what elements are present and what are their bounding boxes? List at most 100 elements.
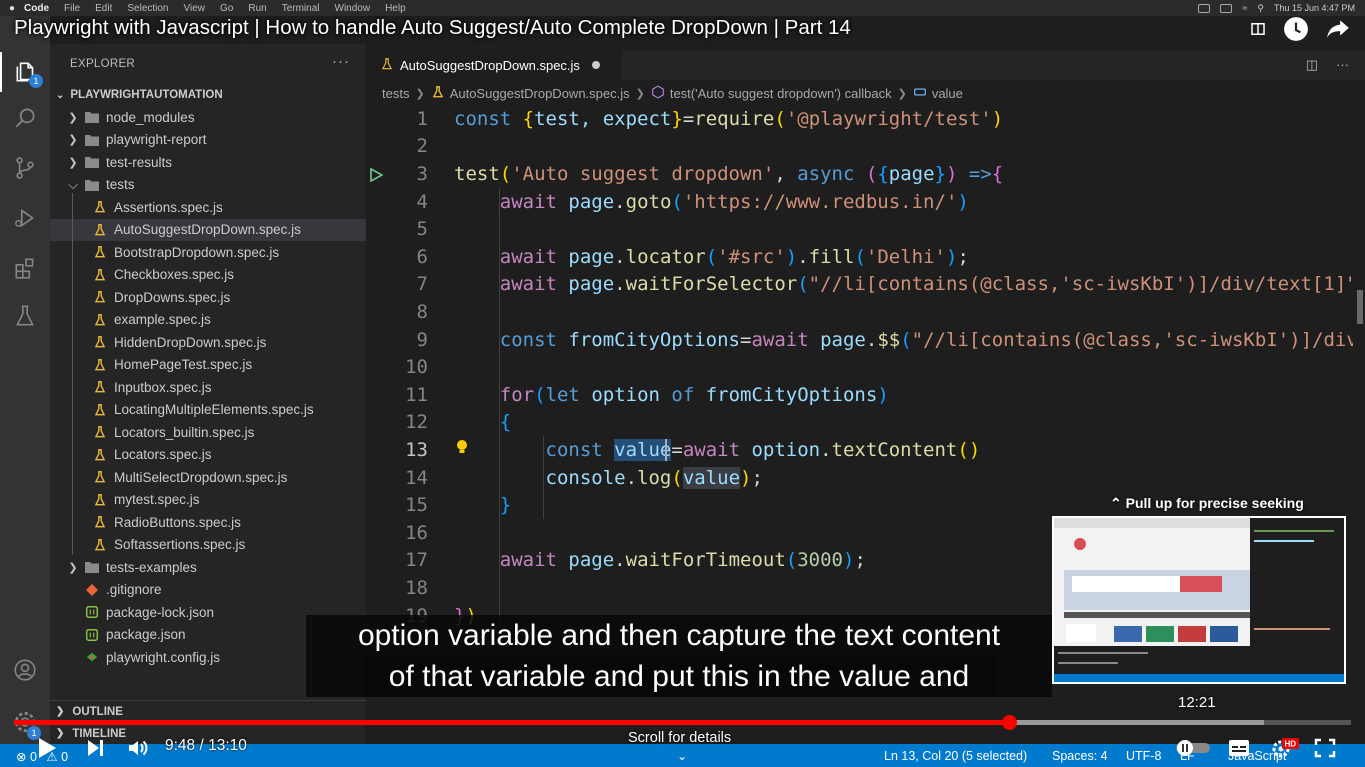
captions-icon[interactable] (1228, 738, 1250, 758)
source-control-activity[interactable] (0, 148, 50, 188)
flask-icon (16, 305, 34, 326)
code-token: page (568, 190, 615, 213)
watch-later-icon[interactable] (1283, 16, 1309, 42)
tree-item-locators-spec-js[interactable]: Locators.spec.js (50, 444, 366, 467)
tree-item-hiddendropdown-spec-js[interactable]: HiddenDropDown.spec.js (50, 331, 366, 354)
search-activity[interactable] (0, 98, 50, 138)
next-icon[interactable] (86, 738, 106, 758)
code-token: ) (946, 245, 958, 268)
playlist-icon[interactable] (1249, 20, 1267, 38)
run-debug-activity[interactable] (0, 198, 50, 238)
tree-item-tests-examples[interactable]: ❯ tests-examples (50, 556, 366, 579)
scrollbar-thumb[interactable] (1357, 290, 1363, 324)
tree-item-label: package-lock.json (106, 604, 215, 620)
code-line[interactable]: 3 test('Auto suggest dropdown', async ({p… (366, 160, 1365, 188)
tree-item-locators-builtin-spec-js[interactable]: Locators_builtin.spec.js (50, 421, 366, 444)
tree-item-gitignore[interactable]: .gitignore (50, 579, 366, 602)
tree-item-checkboxes-spec-js[interactable]: Checkboxes.spec.js (50, 264, 366, 287)
code-line[interactable]: 2 (366, 133, 1365, 161)
breadcrumb-item[interactable]: AutoSuggestDropDown.spec.js (450, 86, 630, 101)
line-number: 4 (416, 190, 428, 213)
tree-item-autosuggestdropdown-spec-js[interactable]: AutoSuggestDropDown.spec.js (50, 218, 366, 241)
seek-preview-thumbnail (1052, 516, 1346, 684)
project-name: PLAYWRIGHTAUTOMATION (70, 89, 223, 101)
code-line[interactable]: 7 await page.waitForSelector("//li[conta… (366, 271, 1365, 299)
tree-item-node-modules[interactable]: ❯ node_modules (50, 106, 366, 129)
tree-item-locatingmultipleelements-spec-js[interactable]: LocatingMultipleElements.spec.js (50, 399, 366, 422)
menu-item[interactable]: Window (335, 3, 371, 14)
tab-autosuggest[interactable]: AutoSuggestDropDown.spec.js (366, 50, 622, 80)
status-icon[interactable] (1198, 3, 1211, 13)
tree-item-dropdowns-spec-js[interactable]: DropDowns.spec.js (50, 286, 366, 309)
progress-scrubber[interactable] (1002, 715, 1017, 730)
video-title[interactable]: Playwright with Javascript | How to hand… (14, 16, 851, 40)
folder-icon (85, 178, 99, 192)
more-actions-icon[interactable]: ··· (1336, 57, 1349, 73)
search-icon[interactable]: ⚲ (1257, 3, 1264, 14)
tree-item-multiselectdropdown-spec-js[interactable]: MultiSelectDropdown.spec.js (50, 466, 366, 489)
explorer-activity[interactable]: 1 (0, 52, 50, 92)
tree-item-assertions-spec-js[interactable]: Assertions.spec.js (50, 196, 366, 219)
accounts-activity[interactable] (0, 650, 50, 690)
code-line[interactable]: 9 const fromCityOptions=await page.$$("/… (366, 326, 1365, 354)
scroll-for-details[interactable]: Scroll for details (628, 730, 731, 746)
code-text: test('Auto suggest dropdown', async ({pa… (454, 163, 1003, 185)
breadcrumb-item[interactable]: tests (382, 86, 409, 101)
menu-item[interactable]: Code (24, 3, 49, 14)
settings-hd-icon[interactable]: HD (1270, 736, 1300, 760)
tree-item-label: Inputbox.spec.js (114, 379, 212, 395)
play-icon[interactable] (36, 736, 58, 760)
menu-item[interactable]: File (64, 3, 80, 14)
tree-item-homepagetest-spec-js[interactable]: HomePageTest.spec.js (50, 354, 366, 377)
wifi-icon[interactable]: ≈ (1242, 3, 1247, 13)
testing-activity[interactable] (0, 296, 50, 336)
code-line[interactable]: 6 await page.locator('#src').fill('Delhi… (366, 243, 1365, 271)
tree-item-bootstrapdropdown-spec-js[interactable]: BootstrapDropdown.spec.js (50, 241, 366, 264)
tree-item-inputbox-spec-js[interactable]: Inputbox.spec.js (50, 376, 366, 399)
code-text: { (454, 411, 511, 433)
breadcrumb-item[interactable]: value (932, 86, 963, 101)
tree-item-softassertions-spec-js[interactable]: Softassertions.spec.js (50, 534, 366, 557)
code-line[interactable]: 8 (366, 298, 1365, 326)
code-line[interactable]: 11 for(let option of fromCityOptions) (366, 381, 1365, 409)
tree-item-tests[interactable]: ⌵ tests (50, 174, 366, 197)
menu-item[interactable]: Run (248, 3, 266, 14)
tree-item-mytest-spec-js[interactable]: mytest.spec.js (50, 489, 366, 512)
lightbulb-icon[interactable] (455, 439, 469, 459)
share-icon[interactable] (1325, 16, 1351, 42)
code-line[interactable]: 5 (366, 215, 1365, 243)
status-icon[interactable] (1220, 3, 1233, 13)
split-editor-icon[interactable]: ◫ (1306, 57, 1318, 73)
code-line[interactable]: 1 const {test, expect}=require('@playwrig… (366, 105, 1365, 133)
code-line[interactable]: 12 { (366, 409, 1365, 437)
tree-item-radiobuttons-spec-js[interactable]: RadioButtons.spec.js (50, 511, 366, 534)
clock[interactable]: Thu 15 Jun 4:47 PM (1274, 3, 1355, 13)
tree-item-test-results[interactable]: ❯ test-results (50, 151, 366, 174)
autoplay-toggle-icon[interactable] (1174, 739, 1212, 757)
menu-item[interactable]: Selection (127, 3, 168, 14)
code-line[interactable]: 14 console.log(value); (366, 464, 1365, 492)
extensions-activity[interactable] (0, 248, 50, 288)
code-token: textContent (831, 438, 958, 461)
apple-icon[interactable]: ● (0, 3, 24, 14)
fullscreen-icon[interactable] (1314, 738, 1336, 758)
menu-item[interactable]: Go (220, 3, 233, 14)
menu-item[interactable]: Terminal (282, 3, 320, 14)
code-line[interactable]: 13 const value=await option.textContent(… (366, 436, 1365, 464)
outline-section[interactable]: ❯ OUTLINE (50, 700, 366, 722)
menu-item[interactable]: View (184, 3, 206, 14)
run-test-icon[interactable] (369, 167, 384, 183)
code-line[interactable]: 10 (366, 353, 1365, 381)
unsaved-dot-icon[interactable] (591, 61, 600, 69)
project-header[interactable]: ⌄ PLAYWRIGHTAUTOMATION (50, 84, 366, 106)
volume-icon[interactable] (126, 736, 150, 760)
tree-item-example-spec-js[interactable]: example.spec.js (50, 309, 366, 332)
scrollbar[interactable] (1353, 104, 1365, 744)
code-line[interactable]: 4 await page.goto('https://www.redbus.in… (366, 188, 1365, 216)
more-actions-icon[interactable]: ··· (332, 53, 350, 70)
tree-item-playwright-report[interactable]: ❯ playwright-report (50, 129, 366, 152)
menu-item[interactable]: Edit (95, 3, 112, 14)
chevron-down-icon[interactable]: ⌄ (677, 749, 687, 763)
menu-item[interactable]: Help (385, 3, 406, 14)
breadcrumb-item[interactable]: test('Auto suggest dropdown') callback (670, 86, 892, 101)
